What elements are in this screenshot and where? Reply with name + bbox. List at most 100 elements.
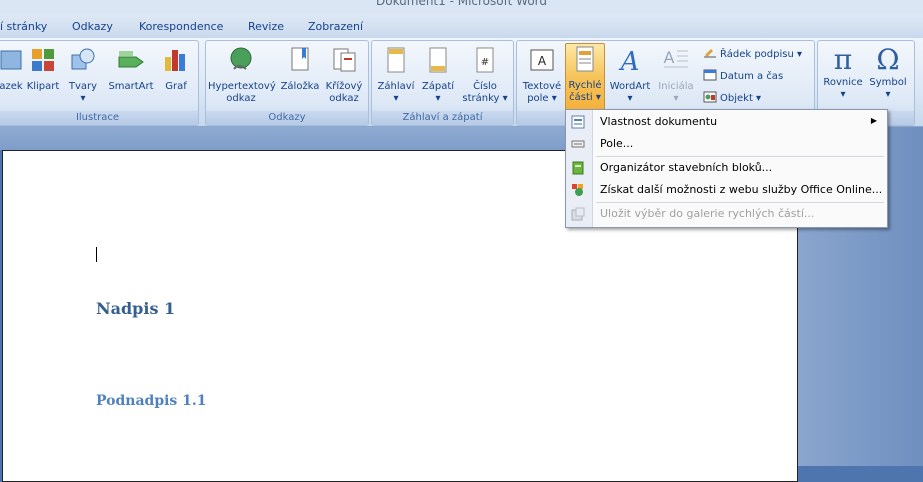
menu-separator (596, 202, 884, 203)
text-box-icon: A (530, 49, 554, 71)
textove-pole-label-2: pole ▾ (527, 93, 557, 104)
rovnice-label: Rovnice (823, 77, 863, 88)
zalozka-label: Záložka (280, 81, 320, 92)
tab-korespondence[interactable]: Korespondence (139, 20, 223, 33)
symbol-label: Symbol (869, 77, 907, 88)
menu-item-label: Pole... (600, 137, 634, 150)
title-bar: Dokument1 - Microsoft Word (0, 0, 923, 14)
objekt-label: Objekt ▾ (720, 93, 762, 104)
tab-revize[interactable]: Revize (248, 20, 284, 33)
object-icon (703, 91, 717, 103)
menu-item-ulozit-vyber[interactable]: Uložit výběr do galerie rychlých částí..… (566, 204, 887, 224)
inicialka-label: Iniciála (658, 81, 694, 92)
menu-item-vlastnost-dokumentu[interactable]: Vlastnost dokumentu ▶ (566, 112, 887, 132)
menu-item-organizator[interactable]: Organizátor stavebních bloků... (566, 158, 887, 178)
group-label-zahlavi-zapati: Záhlaví a zápatí (372, 111, 513, 125)
zahlavi-button[interactable]: Záhlaví ▾ (376, 45, 416, 105)
symbol-dropdown: ▾ (885, 89, 891, 100)
footer-icon (429, 47, 447, 73)
inicialka-button[interactable]: A Iniciála ▾ (655, 45, 697, 105)
document-heading-2[interactable]: Podnadpis 1.1 (96, 393, 207, 409)
wordart-button[interactable]: A WordArt ▾ (607, 45, 653, 105)
inicialka-dropdown: ▾ (673, 93, 679, 104)
menu-item-pole[interactable]: Pole... (566, 134, 887, 154)
klipart-button[interactable]: Klipart (25, 45, 61, 93)
objekt-button[interactable]: Objekt ▾ (703, 91, 761, 104)
hypertextovy-label-1: Hypertextový (208, 81, 276, 92)
radek-podpisu-button[interactable]: Řádek podpisu ▾ (703, 47, 802, 60)
drop-cap-icon: A (664, 48, 688, 68)
cislo-stranky-button[interactable]: # Číslo stránky ▾ (460, 45, 510, 105)
hyperlink-globe-icon (230, 47, 252, 70)
smartart-label: SmartArt (108, 81, 154, 92)
hypertextovy-odkaz-button[interactable]: Hypertextový odkaz (208, 45, 276, 105)
graf-button[interactable]: Graf (159, 45, 193, 93)
rychle-casti-button[interactable]: Rychlé části ▾ (565, 43, 605, 111)
clipart-icon (32, 49, 54, 71)
wordart-dropdown: ▾ (627, 93, 633, 104)
textove-pole-label-1: Textové (522, 81, 562, 92)
text-cursor (96, 247, 97, 262)
pi-icon: π (833, 43, 853, 76)
signature-line-icon (704, 49, 716, 58)
window-title: Dokument1 - Microsoft Word (375, 0, 547, 8)
group-label-ilustrace: Ilustrace (0, 111, 198, 125)
group-ilustrace: azek Klipart Tvary ▾ SmartArt Graf Ilust… (0, 40, 199, 126)
menu-item-label: Uložit výběr do galerie rychlých částí..… (600, 207, 815, 220)
menu-item-label: Organizátor stavebních bloků... (600, 161, 773, 174)
symbol-button[interactable]: Ω Symbol ▾ (866, 45, 910, 101)
krizovy-odkaz-button[interactable]: Křížový odkaz (324, 45, 364, 105)
quick-parts-menu: Vlastnost dokumentu ▶ Pole... Organizáto… (565, 109, 888, 228)
zahlavi-label: Záhlaví (377, 81, 415, 92)
document-heading-1[interactable]: Nadpis 1 (96, 299, 175, 318)
smartart-icon (118, 51, 144, 68)
smartart-button[interactable]: SmartArt (107, 45, 155, 93)
chart-icon (165, 50, 185, 71)
tab-odkazy[interactable]: Odkazy (72, 20, 113, 33)
zapati-dropdown: ▾ (435, 93, 441, 104)
ribbon-tabs: í stránky Odkazy Korespondence Revize Zo… (0, 14, 923, 38)
document-property-icon (571, 115, 585, 129)
rychle-casti-label-2: části ▾ (569, 92, 601, 103)
date-time-icon (703, 69, 717, 81)
radek-podpisu-label: Řádek podpisu ▾ (720, 49, 803, 60)
omega-icon: Ω (876, 43, 900, 76)
field-icon (571, 140, 585, 148)
klipart-label: Klipart (26, 81, 60, 92)
submenu-arrow-icon: ▶ (870, 116, 877, 125)
krizovy-label-2: odkaz (329, 93, 359, 104)
group-zahlavi-zapati: Záhlaví ▾ Zápatí ▾ # Číslo stránky ▾ Záh… (371, 40, 514, 126)
menu-item-label: Vlastnost dokumentu (600, 115, 718, 128)
office-online-icon (572, 184, 583, 196)
menu-item-label: Získat další možnosti z webu služby Offi… (600, 183, 883, 196)
obrazek-button[interactable]: azek (0, 45, 23, 93)
tvary-button[interactable]: Tvary ▾ (65, 45, 101, 105)
svg-text:A: A (538, 54, 547, 68)
svg-text:#: # (481, 57, 489, 68)
page-number-icon: # (476, 47, 494, 73)
wordart-icon: A (619, 47, 640, 77)
menu-separator (596, 156, 884, 157)
header-icon (387, 47, 405, 73)
datum-a-cas-label: Datum a čas (720, 71, 784, 82)
tvary-dropdown-icon: ▾ (80, 93, 86, 104)
rovnice-button[interactable]: π Rovnice ▾ (822, 45, 864, 101)
menu-item-office-online[interactable]: Získat další možnosti z webu služby Offi… (566, 180, 887, 200)
bookmark-icon (291, 47, 309, 71)
wordart-label: WordArt (609, 81, 651, 92)
tab-zobrazeni[interactable]: Zobrazení (308, 20, 363, 33)
zapati-button[interactable]: Zápatí ▾ (420, 45, 456, 105)
datum-a-cas-button[interactable]: Datum a čas (703, 69, 783, 82)
quick-parts-icon (576, 46, 594, 72)
textove-pole-button[interactable]: A Textové pole ▾ (521, 45, 563, 105)
zapati-label: Zápatí (421, 81, 455, 92)
cislo-stranky-label-1: Číslo (473, 81, 497, 92)
rychle-casti-label-1: Rychlé (568, 80, 602, 91)
hypertextovy-label-2: odkaz (226, 93, 256, 104)
zahlavi-dropdown: ▾ (393, 93, 399, 104)
tab-rozlozeni-stranky[interactable]: í stránky (0, 20, 47, 33)
tvary-label: Tvary (68, 81, 98, 92)
graf-label: Graf (165, 81, 187, 92)
zalozka-button[interactable]: Záložka (278, 45, 322, 93)
building-blocks-icon (572, 161, 584, 175)
